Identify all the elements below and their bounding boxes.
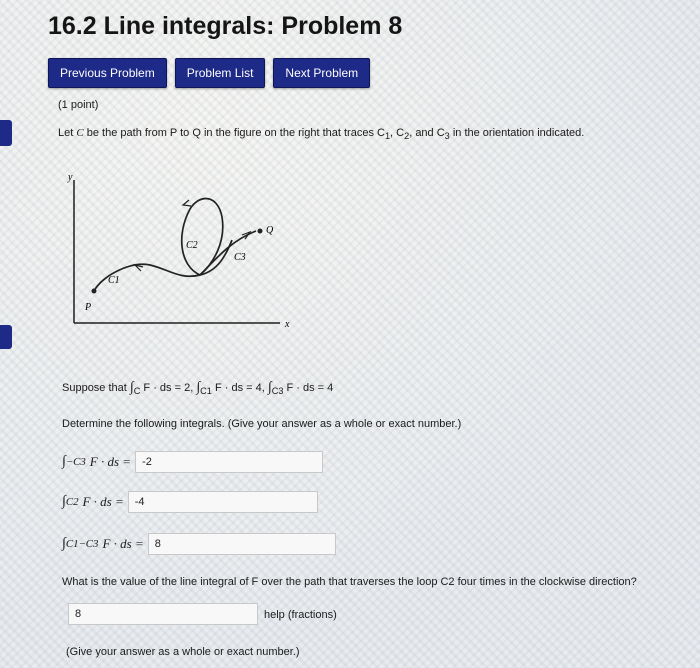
loop-answer-field[interactable]: 8 [68,603,258,625]
path-figure: y x P Q C1 C2 C3 [67,172,290,330]
answer-field-3[interactable]: 8 [147,533,336,555]
point-value: (1 point) [58,99,99,111]
answer-field-1[interactable]: -2 [135,451,324,473]
next-problem-button[interactable]: Next Problem [273,58,371,88]
answer-row: ∫ −C3 F · ds = -2 [62,451,324,473]
help-fractions-link[interactable]: help (fractions) [264,609,337,621]
answer-field-2[interactable]: -4 [127,491,318,513]
given-values: Suppose that ∫C F · ds = 2, ∫C1 F · ds =… [62,380,334,397]
problem-list-button[interactable]: Problem List [174,58,266,88]
problem-statement: Let C be the path from P to Q in the fig… [58,127,585,142]
answer-row: ∫ C2 F · ds = -4 [62,491,318,513]
answer-row: ∫ C1−C3 F · ds = 8 [62,533,336,555]
instructions: Determine the following integrals. (Give… [62,418,462,430]
point-p-label: P [84,302,91,313]
point-q-label: Q [266,225,274,236]
curve-c1-label: C1 [108,275,120,286]
problem-nav: Previous Problem Problem List Next Probl… [48,58,371,88]
sidebar-marker-bottom [0,325,12,349]
curve-c2-label: C2 [186,240,198,251]
sidebar-marker-top [0,120,12,146]
y-axis-label: y [67,172,73,183]
curve-c3-label: C3 [234,252,246,263]
previous-problem-button[interactable]: Previous Problem [48,58,167,88]
page-title: 16.2 Line integrals: Problem 8 [48,12,403,40]
x-axis-label: x [284,319,290,330]
loop-question: What is the value of the line integral o… [62,576,637,588]
answer-format-note: (Give your answer as a whole or exact nu… [66,646,300,658]
